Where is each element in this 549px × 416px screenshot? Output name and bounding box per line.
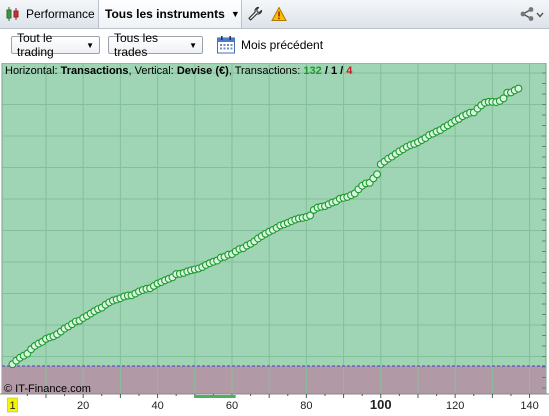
chart-header: Horizontal: Transactions, Vertical: Devi… [5, 65, 352, 77]
instruments-tab-label: Tous les instruments [105, 7, 225, 21]
x-tick-label: 40 [151, 400, 163, 412]
tab-performance-label: Performance [26, 7, 95, 21]
filter-toolbar: Tout le trading ▼ Tous les trades ▼ Mois… [0, 29, 549, 63]
vertical-prefix: , Vertical: [128, 65, 174, 77]
chevron-down-icon: ▼ [230, 9, 240, 19]
horizontal-value: Transactions [60, 65, 129, 77]
instruments-dropdown-tab[interactable]: Tous les instruments ▼ [99, 0, 242, 28]
data-point [514, 84, 523, 93]
x-tick-label: 1 [9, 400, 15, 412]
period-label[interactable]: Mois précédent [241, 38, 323, 52]
calendar-icon[interactable] [216, 35, 236, 55]
data-point [373, 170, 382, 179]
trading-filter-value: Tout le trading [17, 31, 54, 59]
tab-performance[interactable]: Performance [0, 0, 99, 28]
range-marker [194, 395, 236, 398]
winning-trades-count: 132 [303, 65, 322, 77]
copyright-label: © IT-Finance.com [4, 383, 91, 395]
x-tick-label: 140 [520, 400, 538, 412]
tab-bar: Performance Tous les instruments ▼ [0, 0, 549, 29]
x-tick-label: 120 [446, 400, 464, 412]
count-prefix: , Transactions: [228, 65, 301, 77]
x-tick-label: 100 [370, 397, 392, 412]
neutral-trades-count: 1 [330, 65, 338, 77]
chevron-down-icon[interactable] [536, 11, 544, 19]
candlestick-icon [6, 7, 19, 21]
equity-chart: 1 20 40 60 80 100 120 140 Horizontal: Transacti… [0, 63, 549, 416]
equity-plot: 1 20 40 60 80 100 120 140 [0, 63, 549, 416]
x-tick-label: 20 [77, 400, 89, 412]
wrench-icon[interactable] [247, 6, 263, 22]
chevron-down-icon: ▼ [86, 40, 94, 50]
x-tick-label: 80 [300, 400, 312, 412]
trades-filter-value: Tous les trades [114, 31, 159, 59]
vertical-value: Devise (€) [176, 65, 229, 77]
share-icon[interactable] [519, 6, 535, 22]
x-tick-label: 60 [226, 400, 238, 412]
trading-filter-select[interactable]: Tout le trading ▼ [11, 31, 100, 59]
separator: / [340, 65, 344, 77]
horizontal-prefix: Horizontal: [5, 65, 58, 77]
chevron-down-icon: ▼ [189, 40, 197, 50]
losing-trades-count: 4 [346, 65, 353, 77]
warning-icon[interactable] [271, 6, 287, 22]
separator: / [324, 65, 328, 77]
trades-filter-select[interactable]: Tous les trades ▼ [108, 31, 203, 59]
